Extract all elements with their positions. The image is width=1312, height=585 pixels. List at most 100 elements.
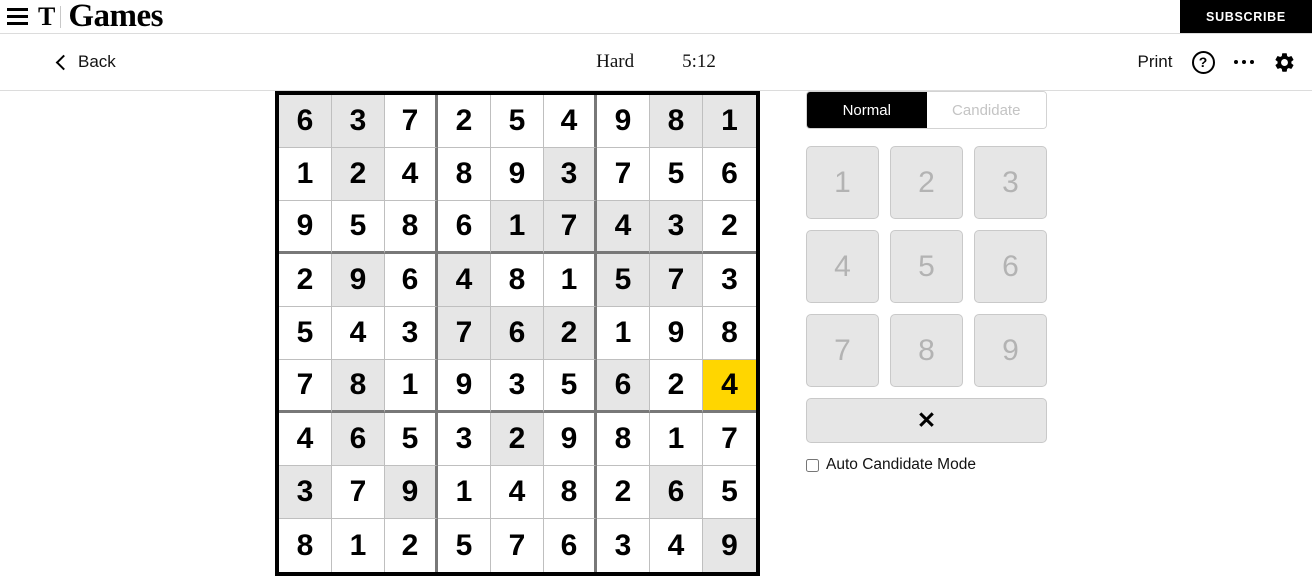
mode-candidate-button[interactable]: Candidate [926, 92, 1046, 128]
help-button[interactable]: ? [1191, 50, 1215, 74]
sudoku-cell-r1c7[interactable]: 9 [597, 95, 650, 148]
nyt-logo-icon[interactable]: T [38, 3, 55, 30]
sudoku-cell-r2c4[interactable]: 8 [438, 148, 491, 201]
number-button-7[interactable]: 7 [806, 314, 879, 387]
sudoku-cell-r9c1[interactable]: 8 [279, 519, 332, 572]
sudoku-cell-r7c3[interactable]: 5 [385, 413, 438, 466]
sudoku-cell-r1c5[interactable]: 5 [491, 95, 544, 148]
sudoku-cell-r9c6[interactable]: 6 [544, 519, 597, 572]
sudoku-cell-r5c3[interactable]: 3 [385, 307, 438, 360]
sudoku-cell-r5c6[interactable]: 2 [544, 307, 597, 360]
sudoku-cell-r2c6[interactable]: 3 [544, 148, 597, 201]
sudoku-cell-r6c4[interactable]: 9 [438, 360, 491, 413]
sudoku-cell-r6c1[interactable]: 7 [279, 360, 332, 413]
sudoku-cell-r2c9[interactable]: 6 [703, 148, 756, 201]
sudoku-cell-r6c3[interactable]: 1 [385, 360, 438, 413]
sudoku-cell-r8c5[interactable]: 4 [491, 466, 544, 519]
more-options-button[interactable] [1233, 59, 1254, 65]
number-button-2[interactable]: 2 [890, 146, 963, 219]
sudoku-cell-r2c7[interactable]: 7 [597, 148, 650, 201]
sudoku-cell-r7c4[interactable]: 3 [438, 413, 491, 466]
sudoku-cell-r3c3[interactable]: 8 [385, 201, 438, 254]
sudoku-cell-r6c5[interactable]: 3 [491, 360, 544, 413]
back-button[interactable]: Back [55, 52, 116, 72]
number-button-5[interactable]: 5 [890, 230, 963, 303]
sudoku-cell-r1c9[interactable]: 1 [703, 95, 756, 148]
sudoku-cell-r7c8[interactable]: 1 [650, 413, 703, 466]
sudoku-cell-r2c2[interactable]: 2 [332, 148, 385, 201]
sudoku-cell-r8c1[interactable]: 3 [279, 466, 332, 519]
sudoku-cell-r5c7[interactable]: 1 [597, 307, 650, 360]
sudoku-cell-r3c5[interactable]: 1 [491, 201, 544, 254]
number-button-4[interactable]: 4 [806, 230, 879, 303]
sudoku-board[interactable]: 6372549811248937569586174322964815735437… [275, 91, 760, 576]
sudoku-cell-r9c4[interactable]: 5 [438, 519, 491, 572]
sudoku-cell-r4c1[interactable]: 2 [279, 254, 332, 307]
sudoku-cell-r9c7[interactable]: 3 [597, 519, 650, 572]
sudoku-cell-r5c5[interactable]: 6 [491, 307, 544, 360]
sudoku-cell-r1c2[interactable]: 3 [332, 95, 385, 148]
sudoku-cell-r9c2[interactable]: 1 [332, 519, 385, 572]
sudoku-cell-r7c9[interactable]: 7 [703, 413, 756, 466]
sudoku-cell-r5c9[interactable]: 8 [703, 307, 756, 360]
subscribe-button[interactable]: SUBSCRIBE [1180, 0, 1312, 33]
sudoku-cell-r4c4[interactable]: 4 [438, 254, 491, 307]
sudoku-cell-r8c3[interactable]: 9 [385, 466, 438, 519]
sudoku-cell-r5c2[interactable]: 4 [332, 307, 385, 360]
sudoku-cell-r6c7[interactable]: 6 [597, 360, 650, 413]
sudoku-cell-r3c8[interactable]: 3 [650, 201, 703, 254]
sudoku-cell-r7c5[interactable]: 2 [491, 413, 544, 466]
sudoku-cell-r8c6[interactable]: 8 [544, 466, 597, 519]
print-button[interactable]: Print [1138, 52, 1173, 72]
sudoku-cell-r2c8[interactable]: 5 [650, 148, 703, 201]
sudoku-cell-r3c7[interactable]: 4 [597, 201, 650, 254]
sudoku-cell-r1c3[interactable]: 7 [385, 95, 438, 148]
sudoku-cell-r2c1[interactable]: 1 [279, 148, 332, 201]
number-button-9[interactable]: 9 [974, 314, 1047, 387]
sudoku-cell-r5c8[interactable]: 9 [650, 307, 703, 360]
sudoku-cell-r7c6[interactable]: 9 [544, 413, 597, 466]
sudoku-cell-r3c1[interactable]: 9 [279, 201, 332, 254]
sudoku-cell-r1c4[interactable]: 2 [438, 95, 491, 148]
sudoku-cell-r3c6[interactable]: 7 [544, 201, 597, 254]
sudoku-cell-r9c9[interactable]: 9 [703, 519, 756, 572]
games-wordmark[interactable]: Games [68, 0, 163, 33]
sudoku-cell-r4c5[interactable]: 8 [491, 254, 544, 307]
sudoku-cell-r6c8[interactable]: 2 [650, 360, 703, 413]
sudoku-cell-r3c4[interactable]: 6 [438, 201, 491, 254]
sudoku-cell-r3c9[interactable]: 2 [703, 201, 756, 254]
sudoku-cell-r7c1[interactable]: 4 [279, 413, 332, 466]
sudoku-cell-r3c2[interactable]: 5 [332, 201, 385, 254]
sudoku-cell-r6c6[interactable]: 5 [544, 360, 597, 413]
auto-candidate-label[interactable]: Auto Candidate Mode [826, 456, 976, 474]
sudoku-cell-r8c8[interactable]: 6 [650, 466, 703, 519]
number-button-3[interactable]: 3 [974, 146, 1047, 219]
sudoku-cell-r4c2[interactable]: 9 [332, 254, 385, 307]
sudoku-cell-r4c8[interactable]: 7 [650, 254, 703, 307]
sudoku-cell-r9c3[interactable]: 2 [385, 519, 438, 572]
sudoku-cell-r9c8[interactable]: 4 [650, 519, 703, 572]
sudoku-cell-r8c4[interactable]: 1 [438, 466, 491, 519]
sudoku-cell-r7c7[interactable]: 8 [597, 413, 650, 466]
number-button-6[interactable]: 6 [974, 230, 1047, 303]
sudoku-cell-r1c8[interactable]: 8 [650, 95, 703, 148]
sudoku-cell-r4c3[interactable]: 6 [385, 254, 438, 307]
number-button-8[interactable]: 8 [890, 314, 963, 387]
sudoku-cell-r8c7[interactable]: 2 [597, 466, 650, 519]
sudoku-cell-r1c6[interactable]: 4 [544, 95, 597, 148]
settings-button[interactable] [1273, 51, 1296, 74]
sudoku-cell-r5c4[interactable]: 7 [438, 307, 491, 360]
erase-button[interactable]: ✕ [806, 398, 1047, 443]
mode-normal-button[interactable]: Normal [807, 92, 927, 128]
sudoku-cell-r4c7[interactable]: 5 [597, 254, 650, 307]
number-button-1[interactable]: 1 [806, 146, 879, 219]
sudoku-cell-r7c2[interactable]: 6 [332, 413, 385, 466]
sudoku-cell-r8c2[interactable]: 7 [332, 466, 385, 519]
hamburger-menu-icon[interactable] [4, 4, 30, 30]
sudoku-cell-r9c5[interactable]: 7 [491, 519, 544, 572]
auto-candidate-checkbox[interactable] [806, 458, 819, 472]
sudoku-cell-r4c6[interactable]: 1 [544, 254, 597, 307]
sudoku-cell-r4c9[interactable]: 3 [703, 254, 756, 307]
sudoku-cell-r8c9[interactable]: 5 [703, 466, 756, 519]
sudoku-cell-r2c3[interactable]: 4 [385, 148, 438, 201]
